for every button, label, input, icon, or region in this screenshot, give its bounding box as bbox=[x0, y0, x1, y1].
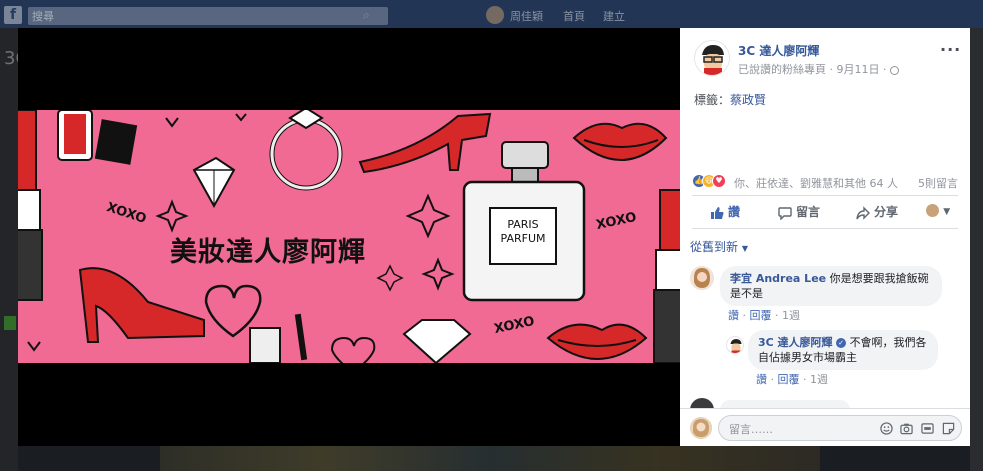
emoji-icon[interactable] bbox=[879, 422, 893, 435]
page-avatar[interactable] bbox=[694, 40, 730, 76]
reply-like-link[interactable]: 讚 bbox=[756, 373, 767, 386]
comment-input[interactable]: 留言…… bbox=[718, 415, 962, 441]
background-search-input[interactable] bbox=[28, 7, 388, 25]
chevron-down-icon: ▼ bbox=[943, 207, 951, 217]
comment-sort-label: 從舊到新 bbox=[690, 240, 739, 254]
background-left-column bbox=[0, 28, 18, 471]
commenter-avatar[interactable] bbox=[690, 266, 714, 290]
comment-bubble: 李宜 Andrea Lee 你是想要跟我搶飯碗是不是 bbox=[720, 266, 942, 306]
gif-icon[interactable] bbox=[921, 422, 934, 435]
post-side-panel: 3C 達人廖阿輝 已說讚的粉絲專頁 · 9月11日 · ··· 標籤：蔡政賢 👍… bbox=[680, 28, 970, 446]
background-search-placeholder: 搜尋 bbox=[32, 10, 54, 23]
composer-avatar-icon bbox=[690, 417, 712, 439]
reply-avatar-icon bbox=[730, 339, 742, 353]
reply-avatar[interactable] bbox=[726, 336, 744, 354]
lipstick-right-illustration bbox=[653, 189, 680, 363]
post-subtitle: 已說讚的粉絲專頁 · 9月11日 · bbox=[738, 61, 899, 77]
post-actions: 讚 留言 分享 ▼ bbox=[692, 199, 958, 225]
comment-meta: 讚 · 回覆 · 1週 bbox=[728, 309, 800, 322]
background-green-button bbox=[4, 316, 16, 330]
reply-reply-link[interactable]: 回覆 bbox=[778, 373, 800, 386]
verified-badge-icon: ✓ bbox=[836, 338, 847, 348]
audience-selector[interactable]: ▼ bbox=[926, 203, 950, 217]
divider bbox=[692, 228, 958, 229]
comment-button[interactable]: 留言 bbox=[778, 203, 820, 220]
perfume-label: PARIS PARFUM bbox=[490, 218, 556, 246]
comment-reply-link[interactable]: 回覆 bbox=[750, 309, 772, 322]
nail-polish-illustration bbox=[57, 110, 138, 165]
divider bbox=[692, 195, 958, 196]
reactions-row: 👍 😆 ♥ 你、莊依達、劉雅慧和其他 64 人 5則留言 bbox=[692, 173, 960, 191]
composer-avatar bbox=[690, 417, 712, 439]
lipstick-left-illustration bbox=[18, 110, 43, 301]
like-button-label: 讚 bbox=[728, 205, 741, 219]
comment-author-link[interactable]: 李宜 Andrea Lee bbox=[730, 272, 826, 285]
reactions-summary[interactable]: 你、莊依達、劉雅慧和其他 64 人 bbox=[734, 175, 898, 191]
share-button[interactable]: 分享 bbox=[856, 203, 898, 220]
photo-title-text: 美妝達人廖阿輝 bbox=[170, 237, 366, 268]
background-create-link[interactable]: 建立 bbox=[603, 8, 625, 24]
lips-bottom-illustration bbox=[546, 323, 648, 360]
audience-avatar-icon bbox=[926, 204, 939, 217]
sticker-icon[interactable] bbox=[942, 422, 955, 435]
background-home-link[interactable]: 首頁 bbox=[563, 8, 585, 24]
reply-time[interactable]: 1週 bbox=[810, 373, 828, 386]
page-avatar-icon bbox=[695, 41, 729, 75]
post-subtitle-text: 已說讚的粉絲專頁 · 9月11日 · bbox=[738, 63, 890, 76]
more-options-icon[interactable]: ··· bbox=[940, 40, 961, 59]
background-right-column bbox=[970, 28, 983, 471]
comments-count[interactable]: 5則留言 bbox=[918, 175, 958, 191]
camera-icon[interactable] bbox=[900, 422, 914, 435]
composer-icons bbox=[876, 421, 955, 437]
thumbs-up-icon bbox=[711, 206, 724, 219]
reply-author-link[interactable]: 3C 達人廖阿輝 bbox=[758, 336, 833, 349]
tag-row: 標籤：蔡政賢 bbox=[694, 91, 766, 108]
background-user-name[interactable]: 周佳穎 bbox=[510, 8, 543, 24]
share-button-label: 分享 bbox=[874, 205, 899, 219]
tag-person-link[interactable]: 蔡政賢 bbox=[730, 93, 766, 107]
reply-bubble: 3C 達人廖阿輝 ✓ 不會啊，我們各自佔據男女市場霸主 bbox=[748, 330, 938, 370]
background-bottom-strip bbox=[160, 446, 820, 471]
tag-label: 標籤： bbox=[694, 93, 731, 107]
perfume-label-line2: PARFUM bbox=[500, 232, 546, 245]
comment-input-placeholder: 留言…… bbox=[729, 423, 773, 436]
comment-time[interactable]: 1週 bbox=[782, 309, 800, 322]
chevron-down-icon: ▼ bbox=[741, 244, 748, 253]
background-user-avatar[interactable] bbox=[486, 6, 504, 24]
search-icon[interactable]: ⌕ bbox=[363, 8, 370, 23]
heel-top-illustration bbox=[358, 112, 492, 174]
reaction-icons[interactable]: 👍 😆 ♥ bbox=[692, 174, 732, 190]
diamond-illustration bbox=[192, 156, 236, 209]
comment-sort-dropdown[interactable]: 從舊到新 ▼ bbox=[690, 238, 748, 255]
comment-icon bbox=[778, 206, 792, 220]
perfume-label-line1: PARIS bbox=[507, 218, 539, 231]
comment-button-label: 留言 bbox=[796, 205, 821, 219]
share-icon bbox=[856, 205, 870, 220]
comment-composer: 留言…… bbox=[680, 408, 970, 446]
love-icon: ♥ bbox=[712, 174, 726, 188]
facebook-logo-icon[interactable]: f bbox=[4, 6, 22, 24]
commenter-avatar-icon bbox=[690, 266, 714, 290]
ring-illustration bbox=[269, 110, 343, 191]
heel-bottom-illustration bbox=[78, 267, 205, 343]
page-name-link[interactable]: 3C 達人廖阿輝 bbox=[738, 42, 819, 59]
lips-top-illustration bbox=[572, 122, 668, 161]
photo-stage[interactable]: 美妝達人廖阿輝 XOXO XOXO XOXO PARIS PARFUM bbox=[18, 28, 680, 446]
comment-like-link[interactable]: 讚 bbox=[728, 309, 739, 322]
like-button[interactable]: 讚 bbox=[710, 203, 740, 220]
reply-meta: 讚 · 回覆 · 1週 bbox=[756, 373, 828, 386]
post-photo[interactable]: 美妝達人廖阿輝 XOXO XOXO XOXO PARIS PARFUM bbox=[18, 110, 680, 363]
globe-icon[interactable] bbox=[889, 65, 899, 75]
